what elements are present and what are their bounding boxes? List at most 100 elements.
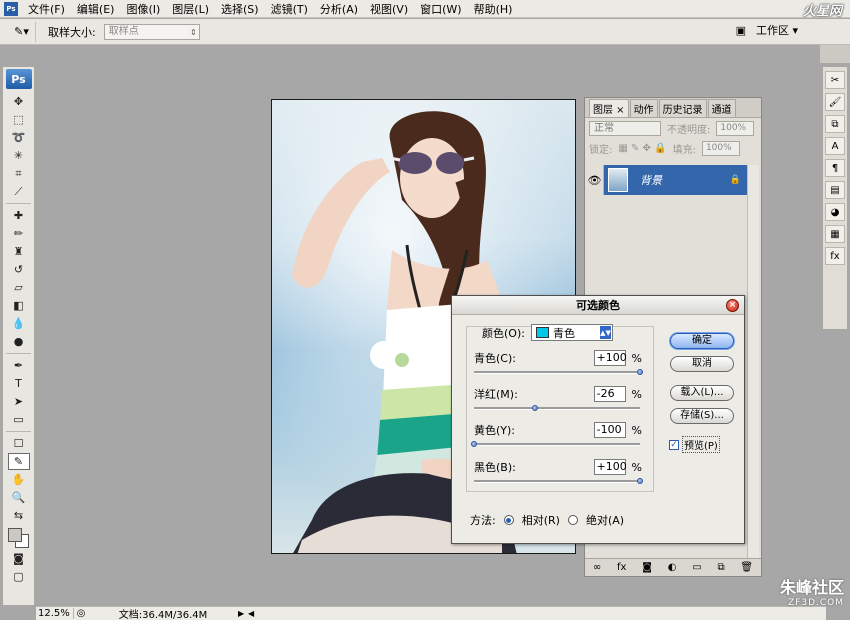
workspace-button[interactable]: 工作区 ▾ <box>756 22 798 38</box>
path-selection-tool-icon[interactable]: ➤ <box>8 393 30 410</box>
trash-icon[interactable]: 🗑 <box>740 562 753 573</box>
adjustment-layer-icon[interactable]: ◐ <box>668 562 677 573</box>
options-bar: ✎▾ 取样大小: 取样点 ⇕ ▣ 工作区 ▾ <box>0 19 850 45</box>
lasso-tool-icon[interactable]: ➰ <box>8 129 30 146</box>
quick-mask-icon[interactable]: ◙ <box>8 550 30 567</box>
tab-channels[interactable]: 通道 <box>707 99 736 117</box>
tab-layers[interactable]: 图层 × <box>589 99 629 117</box>
new-group-icon[interactable]: ▭ <box>692 562 701 573</box>
menu-filter[interactable]: 滤镜(T) <box>265 1 314 17</box>
foreground-color-swatch[interactable] <box>7 528 22 542</box>
move-tool-icon[interactable]: ✥ <box>8 93 30 110</box>
tool-preset-picker[interactable]: ✎▾ <box>8 21 36 42</box>
healing-brush-tool-icon[interactable]: ✚ <box>8 207 30 224</box>
info-icon[interactable]: ▤ <box>825 181 845 199</box>
menu-layer[interactable]: 图层(L) <box>166 1 215 17</box>
swap-colors-icon[interactable]: ⇆ <box>8 507 30 524</box>
layer-style-icon[interactable]: fx <box>617 562 626 573</box>
history-brush-tool-icon[interactable]: ↺ <box>8 261 30 278</box>
zoom-tool-icon[interactable]: 🔍 <box>8 489 30 506</box>
layer-selected[interactable]: 背景 🔒 <box>604 165 747 195</box>
eyedropper-tool-icon[interactable]: ✎ <box>7 453 30 470</box>
pen-tool-icon[interactable]: ✒ <box>8 357 30 374</box>
menu-edit[interactable]: 编辑(E) <box>71 1 121 17</box>
preview-checkbox[interactable]: ✓ <box>669 439 679 450</box>
zoom-level[interactable]: 12.5% <box>36 608 74 619</box>
cyan-value-field[interactable]: +100 <box>593 350 627 366</box>
layer-background[interactable]: 👁 背景 🔒 <box>586 165 747 195</box>
eraser-tool-icon[interactable]: ▱ <box>8 279 30 296</box>
status-menu-arrow-icon[interactable]: ▶ <box>238 609 248 618</box>
notes-tool-icon[interactable]: ☐ <box>8 435 30 452</box>
add-mask-icon[interactable]: ◙ <box>642 562 652 573</box>
dock-grip[interactable] <box>820 45 850 63</box>
black-slider-track[interactable] <box>474 478 643 484</box>
link-layers-icon[interactable]: ∞ <box>593 562 601 573</box>
magenta-slider-track[interactable] <box>474 405 640 411</box>
menu-analysis[interactable]: 分析(A) <box>314 1 364 17</box>
menu-view[interactable]: 视图(V) <box>364 1 414 17</box>
new-layer-icon[interactable]: ⧉ <box>717 562 724 573</box>
cancel-button[interactable]: 取消 <box>670 356 734 372</box>
black-value-field[interactable]: +100 <box>593 459 627 475</box>
paragraph-icon[interactable]: ¶ <box>825 159 845 177</box>
menu-select[interactable]: 选择(S) <box>215 1 265 17</box>
absolute-label[interactable]: 绝对(A) <box>586 512 624 528</box>
marquee-tool-icon[interactable]: ⬚ <box>8 111 30 128</box>
menu-image[interactable]: 图像(I) <box>120 1 166 17</box>
photoshop-app-icon[interactable]: Ps <box>4 1 18 16</box>
opacity-field[interactable]: 100% <box>716 120 755 136</box>
brushes-icon[interactable]: 🖌 <box>825 93 845 111</box>
relative-label[interactable]: 相对(R) <box>522 512 560 528</box>
close-icon[interactable]: × <box>726 299 739 312</box>
preview-label[interactable]: 预览(P) <box>682 436 720 453</box>
absolute-radio[interactable] <box>567 515 578 525</box>
swatches-icon[interactable]: ◕ <box>825 203 845 221</box>
magic-wand-tool-icon[interactable]: ✳ <box>8 147 30 164</box>
color-select[interactable]: 青色 ▲▼ <box>530 324 613 341</box>
scroll-left-icon[interactable]: ◀ <box>248 609 258 618</box>
brush-tool-icon[interactable]: ✏ <box>8 225 30 242</box>
yellow-value-field[interactable]: -100 <box>593 422 626 438</box>
yellow-slider-knob[interactable] <box>471 441 477 447</box>
load-button[interactable]: 载入(L)... <box>670 385 734 401</box>
updown-arrow-icon: ▲▼ <box>599 326 611 339</box>
lock-icons[interactable]: ▦ ✎ ✥ 🔒 <box>618 143 666 154</box>
magenta-value-field[interactable]: -26 <box>593 386 626 402</box>
relative-radio[interactable] <box>503 515 514 525</box>
hand-tool-icon[interactable]: ✋ <box>8 471 30 488</box>
fx-icon[interactable]: fx <box>825 247 845 265</box>
save-button[interactable]: 存储(S)... <box>670 408 734 424</box>
doc-info: 文档:36.4M/36.4M <box>118 610 208 620</box>
tab-history[interactable]: 历史记录 <box>658 99 707 117</box>
bridge-icon[interactable]: ▣ <box>736 24 746 37</box>
tools-presets-icon[interactable]: ✂ <box>825 71 845 89</box>
menu-window[interactable]: 窗口(W) <box>414 1 467 17</box>
clone-stamp-tool-icon[interactable]: ♜ <box>8 243 30 260</box>
fill-field[interactable]: 100% <box>701 140 740 156</box>
clone-source-icon[interactable]: ⧉ <box>825 115 845 133</box>
cyan-slider-track[interactable] <box>474 369 643 375</box>
cyan-slider-knob[interactable] <box>637 369 643 375</box>
styles-icon[interactable]: ▦ <box>825 225 845 243</box>
dialog-title-bar[interactable]: 可选颜色 × <box>452 296 744 315</box>
layers-scrollbar[interactable] <box>747 165 759 560</box>
menu-file[interactable]: 文件(F) <box>22 1 71 17</box>
slice-tool-icon[interactable]: ⟋ <box>8 183 30 200</box>
screen-mode-icon[interactable]: ▢ <box>8 568 30 585</box>
dodge-tool-icon[interactable]: ● <box>8 333 30 350</box>
gradient-tool-icon[interactable]: ◧ <box>8 297 30 314</box>
yellow-slider-track[interactable] <box>471 441 640 447</box>
blur-tool-icon[interactable]: 💧 <box>8 315 30 332</box>
blend-mode-select[interactable]: 正常 <box>589 120 661 136</box>
black-slider-knob[interactable] <box>637 478 643 484</box>
crop-tool-icon[interactable]: ⌗ <box>8 165 30 182</box>
ok-button[interactable]: 确定 <box>670 333 734 349</box>
character-icon[interactable]: A <box>825 137 845 155</box>
tab-actions[interactable]: 动作 <box>629 99 658 117</box>
menu-help[interactable]: 帮助(H) <box>468 1 519 17</box>
rectangle-tool-icon[interactable]: ▭ <box>8 411 30 428</box>
type-tool-icon[interactable]: T <box>8 375 30 392</box>
visibility-eye-icon[interactable]: 👁 <box>586 165 604 195</box>
sample-size-select[interactable]: 取样点 ⇕ <box>103 23 200 40</box>
